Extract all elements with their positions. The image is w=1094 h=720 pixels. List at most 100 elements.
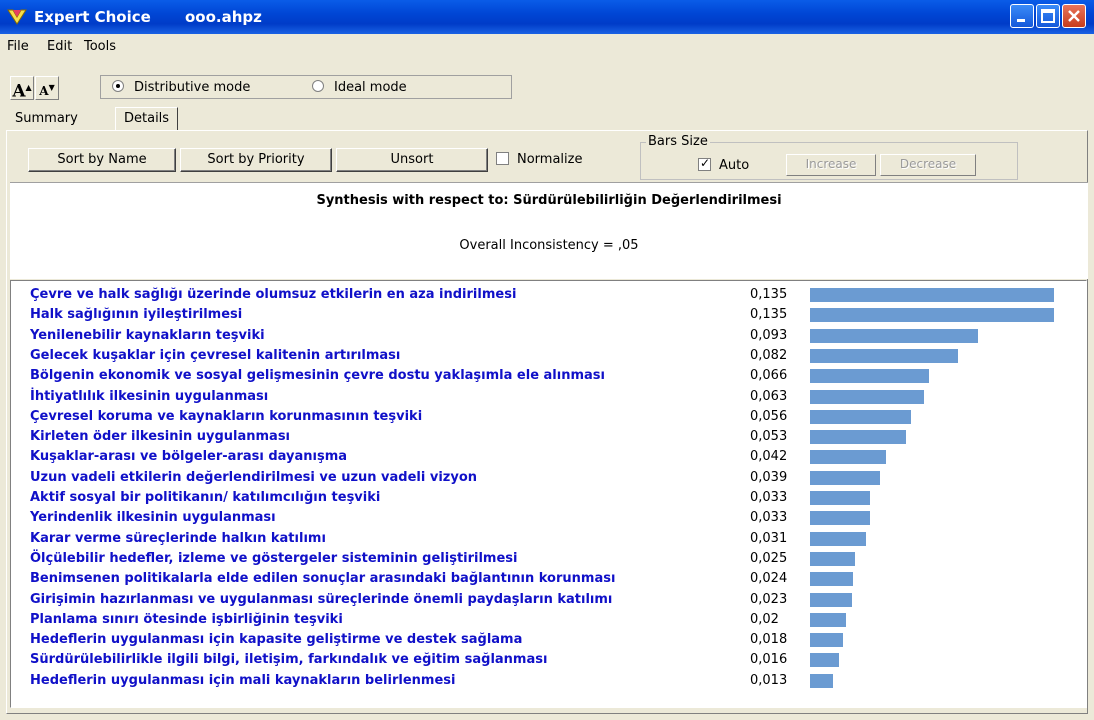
auto-label: Auto [719,158,750,173]
sort-by-priority-button[interactable]: Sort by Priority [180,148,332,172]
bars-size-title: Bars Size [646,134,710,149]
overall-inconsistency: Overall Inconsistency = ,05 [459,238,639,253]
row-label: Hedeflerin uygulanması için mali kaynakl… [30,672,456,688]
priority-bar [810,470,880,485]
table-row[interactable]: Kirleten öder ilkesinin uygulanması 0,053 [11,427,1081,447]
row-value: 0,082 [750,347,788,363]
table-row[interactable]: İhtiyatlılık ilkesinin uygulanması 0,063 [11,387,1081,407]
normalize-label: Normalize [517,152,583,167]
minimize-button[interactable] [1010,4,1034,28]
table-row[interactable]: Benimsenen politikalarla elde edilen son… [11,569,1081,589]
menu-file[interactable]: File [7,39,29,54]
table-row[interactable]: Sürdürülebilirlikle ilgili bilgi, iletiş… [11,650,1081,670]
table-row[interactable]: Yerindenlik ilkesinin uygulanması 0,033 [11,508,1081,528]
table-row[interactable]: Bölgenin ekonomik ve sosyal gelişmesinin… [11,366,1081,386]
close-icon [1068,10,1080,22]
auto-checkbox[interactable]: Auto [698,156,750,173]
tab-summary-label: Summary [15,111,78,126]
file-title: ooo.ahpz [185,8,262,26]
row-label: Karar verme süreçlerinde halkın katılımı [30,530,326,546]
row-label: Aktif sosyal bir politikanın/ katılımcıl… [30,490,381,505]
row-label: Girişimin hazırlanması ve uygulanması sü… [30,591,613,607]
unsort-button[interactable]: Unsort [336,148,488,172]
row-label: Çevre ve halk sağlığı üzerinde olumsuz e… [30,287,517,302]
row-value: 0,063 [750,388,788,404]
table-row[interactable]: Uzun vadeli etkilerin değerlendirilmesi … [11,468,1081,488]
row-value: 0,02 [750,611,779,627]
normalize-checkbox[interactable]: Normalize [496,152,582,167]
table-row[interactable]: Çevre ve halk sağlığı üzerinde olumsuz e… [11,285,1081,305]
checkbox-checked-icon [698,156,711,171]
row-value: 0,093 [750,327,788,343]
priority-bar [810,409,911,424]
priority-bar [810,633,843,648]
table-row[interactable]: Aktif sosyal bir politikanın/ katılımcıl… [11,488,1081,508]
maximize-button[interactable] [1036,4,1060,28]
row-value: 0,033 [750,510,788,526]
table-row[interactable]: Çevresel koruma ve kaynakların korunması… [11,407,1081,427]
row-value: 0,018 [750,632,788,648]
priority-bar [810,531,866,546]
table-row[interactable]: Hedeflerin uygulanması için kapasite gel… [11,630,1081,650]
priority-bar [810,612,846,627]
table-row[interactable]: Girişimin hazırlanması ve uygulanması sü… [11,590,1081,610]
row-label: Ölçülebilir hedefler, izleme ve gösterge… [30,550,518,566]
table-row[interactable]: Karar verme süreçlerinde halkın katılımı… [11,529,1081,549]
table-row[interactable]: Ölçülebilir hedefler, izleme ve gösterge… [11,549,1081,569]
row-value: 0,031 [750,530,788,546]
row-label: Yenilenebilir kaynakların teşviki [30,327,265,343]
menu-bar: File Edit Tools [0,34,1094,58]
priority-bar [810,450,886,465]
priority-bar [810,491,870,505]
row-value: 0,039 [750,469,788,485]
row-value: 0,135 [750,287,788,302]
table-row[interactable]: Hedeflerin uygulanması için mali kaynakl… [11,671,1081,691]
distributive-mode-label: Distributive mode [134,80,251,95]
priority-bar [810,430,906,445]
row-label: Yerindenlik ilkesinin uygulanması [30,510,276,526]
priority-bar [810,511,870,526]
table-row[interactable]: Halk sağlığının iyileştirilmesi 0,135 [11,305,1081,325]
sort-by-name-button[interactable]: Sort by Name [28,148,176,172]
radio-selected-icon [112,80,124,92]
synthesis-header: Synthesis with respect to: Sürdürülebili… [10,182,1088,279]
tab-details[interactable]: Details [115,107,179,131]
table-row[interactable]: Gelecek kuşaklar için çevresel kalitenin… [11,346,1081,366]
row-label: Uzun vadeli etkilerin değerlendirilmesi … [30,469,478,485]
tab-details-label: Details [124,111,170,126]
maximize-icon [1041,9,1055,23]
title-bar[interactable]: Expert Choice ooo.ahpz [0,0,1094,34]
priority-bar [810,653,839,668]
ideal-mode-radio[interactable]: Ideal mode [312,80,407,95]
tab-summary[interactable]: Summary [7,108,86,130]
priority-bar [810,328,978,343]
row-label: Planlama sınırı ötesinde işbirliğinin te… [30,611,343,627]
table-row[interactable]: Kuşaklar-arası ve bölgeler-arası dayanış… [11,447,1081,467]
decrease-button[interactable]: Decrease [880,154,976,176]
distributive-mode-radio[interactable]: Distributive mode [112,80,250,95]
priority-bar [810,308,1054,323]
priority-bar [810,673,833,688]
row-label: Benimsenen politikalarla elde edilen son… [30,571,616,587]
priority-bar [810,288,1054,302]
row-label: İhtiyatlılık ilkesinin uygulanması [30,388,269,404]
synthesis-title: Synthesis with respect to: Sürdürülebili… [316,193,782,208]
row-value: 0,042 [750,449,788,465]
priority-list[interactable]: Çevre ve halk sağlığı üzerinde olumsuz e… [10,280,1087,708]
table-row[interactable]: Yenilenebilir kaynakların teşviki 0,093 [11,326,1081,346]
close-button[interactable] [1062,4,1086,28]
menu-tools[interactable]: Tools [84,39,116,54]
row-value: 0,056 [750,408,788,424]
priority-bar [810,369,929,384]
font-smaller-icon: A [39,84,49,98]
row-value: 0,135 [750,307,788,323]
table-row[interactable]: Planlama sınırı ötesinde işbirliğinin te… [11,610,1081,630]
row-label: Kuşaklar-arası ve bölgeler-arası dayanış… [30,449,348,465]
increase-button[interactable]: Increase [786,154,876,176]
row-label: Çevresel koruma ve kaynakların korunması… [30,408,423,424]
font-smaller-button[interactable]: A▼ [35,76,59,100]
font-larger-button[interactable]: A▲ [10,76,34,102]
menu-edit[interactable]: Edit [47,39,72,54]
row-value: 0,016 [750,652,788,668]
priority-bar [810,348,958,363]
